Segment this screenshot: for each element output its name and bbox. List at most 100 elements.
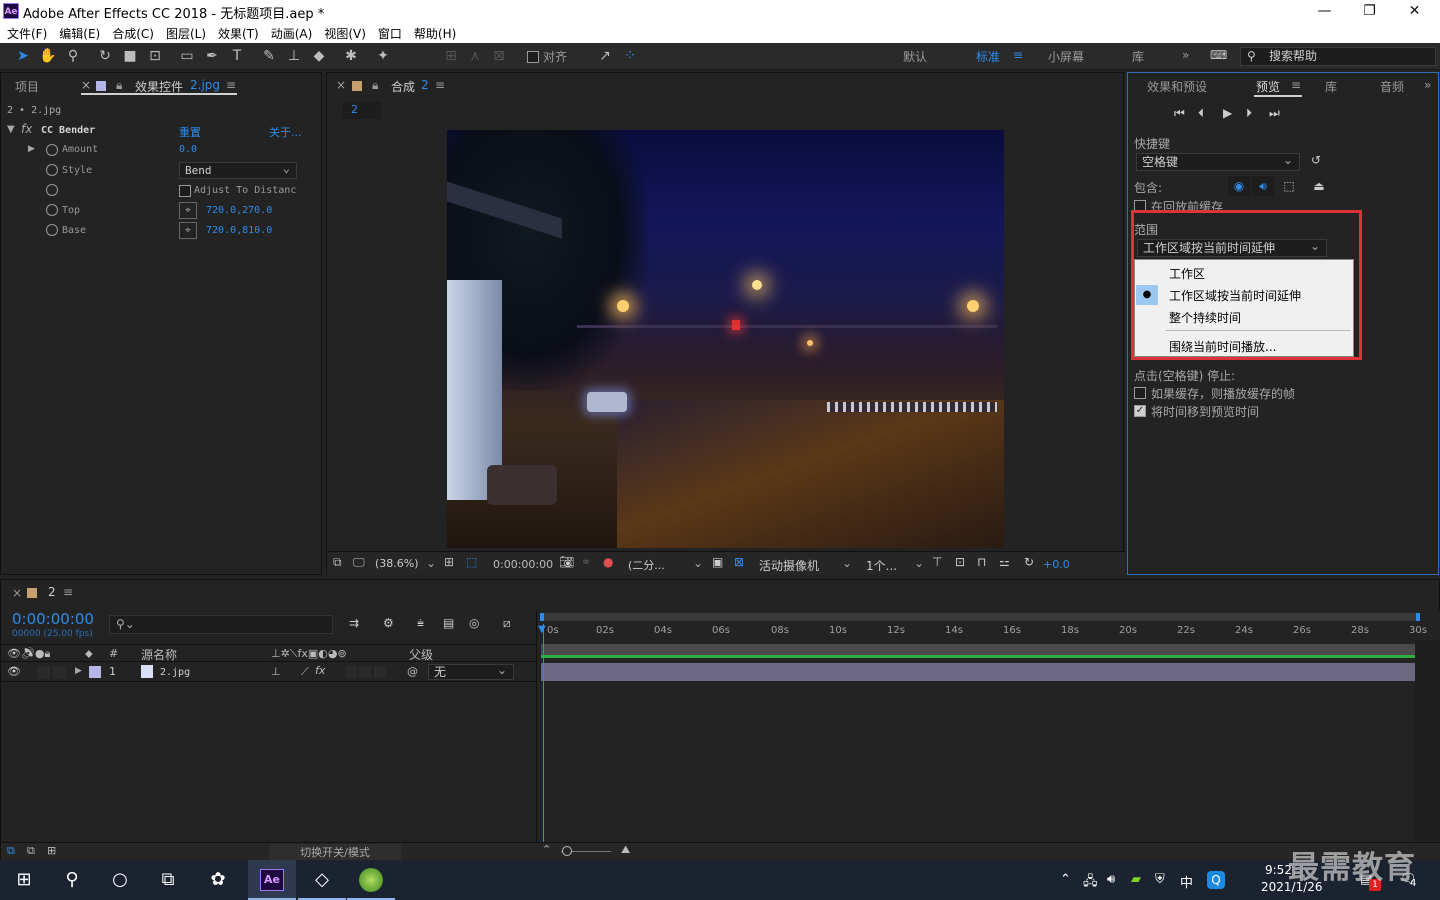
menu-effect[interactable]: 效果(T)	[211, 23, 264, 42]
axis-view-icon[interactable]: ⊠	[488, 46, 510, 66]
cortana-icon[interactable]: ○	[96, 860, 144, 900]
panel-menu-icon[interactable]: ≡	[226, 78, 236, 92]
playhead-handle-icon[interactable]: ▼	[538, 624, 546, 635]
fast-preview-icon[interactable]: ⊤	[932, 555, 942, 569]
snap-target-icon[interactable]: ⁘	[619, 46, 641, 66]
prop-base-value[interactable]: 720.0,810.0	[206, 225, 272, 236]
task-view-icon[interactable]: ⧉	[144, 860, 192, 900]
timeline-scroll-strip[interactable]	[1415, 640, 1440, 860]
zoom-out-icon[interactable]: ⌃	[542, 843, 551, 856]
toggle-transparency-icon[interactable]: ⊠	[734, 555, 744, 569]
menu-edit[interactable]: 编辑(E)	[52, 23, 105, 42]
zoom-tool-icon[interactable]: ⚲	[62, 46, 84, 66]
resolution-dropdown[interactable]: (二分...	[628, 557, 665, 573]
search-icon[interactable]: ⚲	[48, 860, 96, 900]
volume-icon[interactable]: 🔊︎	[1107, 872, 1115, 887]
audio-toggle[interactable]	[37, 666, 50, 679]
workspace-default[interactable]: 默认	[903, 48, 927, 65]
draft-3d-icon[interactable]: ⚙	[383, 616, 394, 630]
more-tabs-icon[interactable]: »	[1424, 78, 1431, 92]
puppet-tool-icon[interactable]: ✦	[372, 46, 394, 66]
tab-effect-file[interactable]: 2.jpg	[190, 78, 220, 92]
stopwatch-icon[interactable]	[46, 224, 58, 236]
show-snapshot-icon[interactable]: ⚭	[581, 555, 591, 569]
layer-name[interactable]: 2.jpg	[160, 667, 190, 678]
close-tab-icon[interactable]: ×	[81, 78, 91, 92]
crosshair-icon[interactable]: ⌖	[179, 222, 197, 239]
shy-icon[interactable]: ⩧	[417, 616, 424, 631]
zoom-in-icon[interactable]: ⛰	[621, 843, 630, 857]
quality-switch-icon[interactable]: ⟋	[301, 665, 309, 679]
expand-amount-icon[interactable]: ▶	[28, 144, 35, 154]
tab-composition-name[interactable]: 2	[421, 78, 429, 92]
transparency-grid-icon[interactable]: ⬚	[466, 555, 477, 569]
lock-icon[interactable]: 🔒︎	[116, 78, 122, 93]
panel-menu-icon[interactable]: ≡	[1291, 78, 1301, 92]
prop-amount-value[interactable]: 0.0	[179, 144, 197, 155]
snap-icon[interactable]: ↗	[594, 46, 616, 66]
blend-switch[interactable]	[345, 666, 357, 678]
fit-icon[interactable]: ⊞	[444, 555, 454, 569]
flowchart-icon[interactable]: ⊓	[977, 555, 986, 569]
axis-local-icon[interactable]: ⊞	[440, 46, 462, 66]
expand-layer-icon[interactable]: ▶	[75, 666, 82, 676]
range-option-work-area[interactable]: 工作区	[1169, 265, 1205, 282]
menu-layer[interactable]: 图层(L)	[159, 23, 211, 42]
qq-icon[interactable]: Q	[1207, 871, 1225, 889]
play-icon[interactable]: ▶	[1223, 106, 1232, 120]
tab-composition[interactable]: 合成	[391, 78, 415, 95]
taskbar-app-glass-icon[interactable]: ◇	[298, 860, 346, 900]
range-option-work-area-extended[interactable]: 工作区域按当前时间延伸	[1169, 287, 1301, 304]
audio-speaker-icon[interactable]: 🔊︎	[1252, 176, 1274, 196]
tab-effects-presets[interactable]: 效果和预设	[1147, 78, 1207, 95]
next-frame-icon[interactable]: ⏵	[1246, 106, 1252, 121]
first-frame-icon[interactable]: ⏮	[1174, 106, 1185, 121]
views-caret-icon[interactable]: ⌄	[914, 556, 924, 570]
timeline-tab[interactable]: 2	[48, 585, 56, 599]
move-time-checkbox[interactable]: ✓	[1134, 405, 1146, 417]
overlay-icon[interactable]: ⬚	[1278, 176, 1300, 196]
align-checkbox[interactable]	[527, 51, 539, 63]
comp-viewer-image[interactable]	[447, 130, 1004, 548]
close-tab-icon[interactable]: ×	[12, 586, 22, 600]
parent-header[interactable]: 父级	[409, 646, 433, 663]
graph-editor-icon[interactable]: ⧄	[503, 616, 511, 631]
brush-tool-icon[interactable]: ✎	[258, 46, 280, 66]
panel-menu-icon[interactable]: ≡	[435, 78, 445, 92]
pen-tool-icon[interactable]: ✒	[201, 46, 223, 66]
layer-search-input[interactable]: ⚲⌄	[109, 615, 333, 634]
video-eye-icon[interactable]: ◉	[1228, 176, 1250, 196]
security-shield-icon[interactable]: ⛨	[1155, 872, 1165, 887]
channel-icon[interactable]: ●	[603, 555, 613, 569]
menu-animation[interactable]: 动画(A)	[264, 23, 318, 42]
zoom-caret-icon[interactable]: ⌄	[426, 556, 436, 570]
workspace-menu-icon[interactable]: ≡	[1013, 48, 1023, 62]
tray-chevron-icon[interactable]: ⌃	[1060, 872, 1071, 887]
lock-icon[interactable]: 🔒︎	[372, 78, 378, 93]
solo-toggle[interactable]	[53, 666, 66, 679]
timecode[interactable]: 0:00:00:00	[12, 610, 94, 628]
layer-label-color[interactable]	[89, 666, 101, 678]
zoom-dropdown[interactable]: (38.6%)	[375, 557, 419, 570]
camera-caret-icon[interactable]: ⌄	[842, 556, 852, 570]
menu-view[interactable]: 视图(V)	[317, 23, 371, 42]
transfer-controls-icon[interactable]: ⧉	[27, 844, 35, 858]
rotate-tool-icon[interactable]: ↻	[94, 46, 116, 66]
workspace-small-screen[interactable]: 小屏幕	[1048, 48, 1084, 65]
reset-exposure-icon[interactable]: ↻	[1024, 555, 1034, 569]
adjust-switch[interactable]	[359, 666, 371, 678]
stopwatch-icon[interactable]	[46, 144, 58, 156]
taskbar-ae-button[interactable]: Ae	[248, 860, 296, 900]
layer-duration-bar[interactable]	[541, 663, 1417, 681]
in-out-icon[interactable]: ⊞	[47, 844, 56, 857]
crosshair-icon[interactable]: ⌖	[179, 202, 197, 219]
motion-blur-icon[interactable]: ◎	[469, 616, 479, 630]
fx-switch-icon[interactable]: fx	[315, 664, 325, 677]
snapshot-icon[interactable]: 📷︎	[559, 555, 574, 569]
panel-menu-icon[interactable]: ≡	[63, 585, 73, 599]
stopwatch-icon[interactable]	[46, 204, 58, 216]
region-icon[interactable]: ▣	[712, 555, 723, 569]
comp-mini-flowchart-icon[interactable]: ⇉	[349, 616, 359, 630]
adjust-distance-checkbox[interactable]	[179, 185, 191, 197]
zoom-slider-handle[interactable]	[562, 846, 572, 856]
